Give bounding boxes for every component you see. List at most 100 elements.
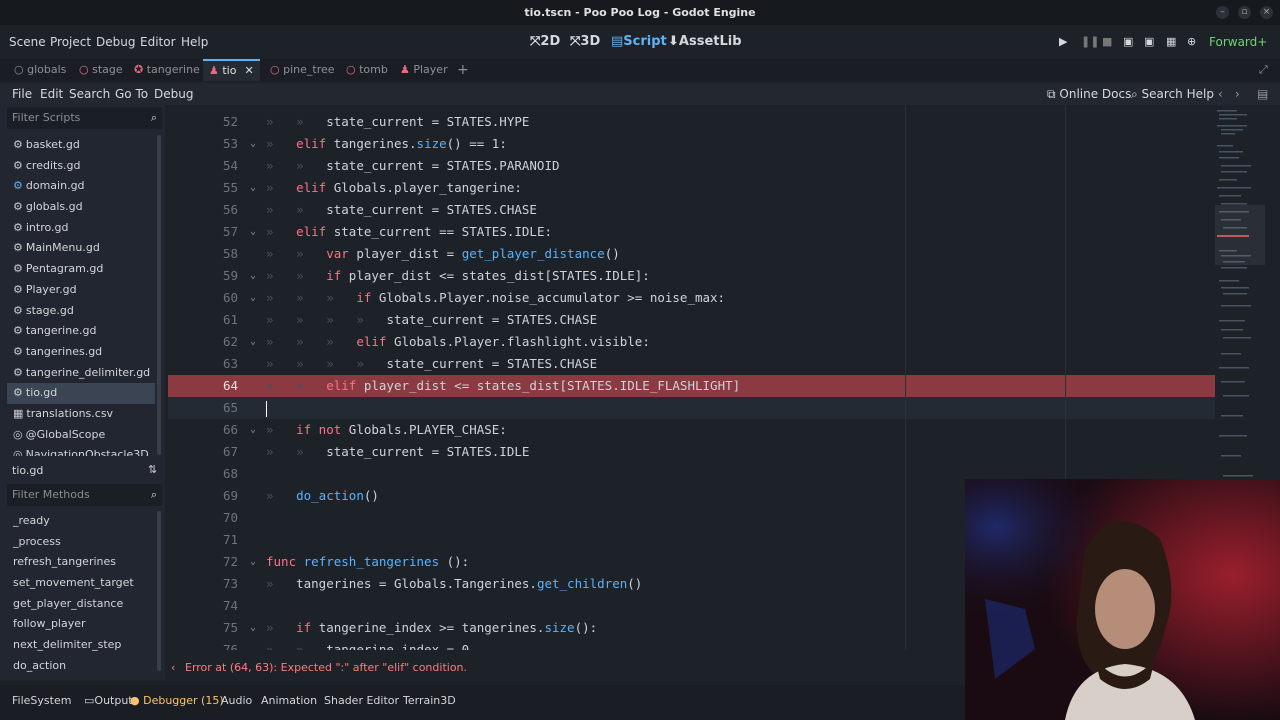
- method-list-item[interactable]: next_delimiter_step: [7, 635, 155, 656]
- line-number[interactable]: 67: [198, 441, 238, 463]
- code-line[interactable]: 63 » » » » state_current = STATES.CHASE: [168, 353, 1215, 375]
- fold-arrow-icon[interactable]: ⌄: [250, 177, 256, 199]
- script-list-item[interactable]: ◎ @GlobalScope: [7, 425, 155, 446]
- script-menu-goto[interactable]: Go To: [115, 87, 148, 101]
- maximize-icon[interactable]: ▫: [1238, 6, 1251, 19]
- line-number[interactable]: 52: [198, 111, 238, 133]
- line-number[interactable]: 73: [198, 573, 238, 595]
- tab-filesystem[interactable]: FileSystem: [12, 694, 71, 707]
- search-help-button[interactable]: ⌕ Search Help: [1131, 87, 1214, 102]
- code-line[interactable]: 62 ⌄ » » » elif Globals.Player.flashlight.…: [168, 331, 1215, 353]
- script-list-item[interactable]: ⚙ MainMenu.gd: [7, 238, 155, 259]
- next-script-icon[interactable]: ›: [1235, 87, 1240, 101]
- code-line[interactable]: 55 ⌄ » elif Globals.player_tangerine:: [168, 177, 1215, 199]
- tab-tangerine[interactable]: ✪ tangerine: [134, 59, 200, 81]
- script-list-item[interactable]: ⚙ Player.gd: [7, 280, 155, 301]
- tab-stage[interactable]: ○ stage: [79, 59, 123, 81]
- script-list-item[interactable]: ⚙ globals.gd: [7, 197, 155, 218]
- script-list-item[interactable]: ⚙ domain.gd: [7, 176, 155, 197]
- error-message[interactable]: Error at (64, 63): Expected ":" after "e…: [185, 661, 467, 674]
- code-line[interactable]: 65: [168, 397, 1215, 419]
- menu-scene[interactable]: Scene: [9, 35, 46, 49]
- script-menu-file[interactable]: File: [12, 87, 32, 101]
- menu-debug[interactable]: Debug: [96, 35, 135, 49]
- sort-icon[interactable]: ⇅: [148, 463, 157, 476]
- workspace-script[interactable]: ▤Script: [611, 34, 667, 49]
- script-list-item[interactable]: ⚙ intro.gd: [7, 218, 155, 239]
- method-list-item[interactable]: do_action: [7, 656, 155, 677]
- method-list-item[interactable]: follow_player: [7, 614, 155, 635]
- fold-arrow-icon[interactable]: ⌄: [250, 287, 256, 309]
- code-line[interactable]: 58 » » var player_dist = get_player_dista…: [168, 243, 1215, 265]
- line-number[interactable]: 54: [198, 155, 238, 177]
- menu-editor[interactable]: Editor: [140, 35, 176, 49]
- fold-arrow-icon[interactable]: ⌄: [250, 617, 256, 639]
- close-icon[interactable]: ×: [1260, 6, 1273, 19]
- code-line[interactable]: 61 » » » » state_current = STATES.CHASE: [168, 309, 1215, 331]
- line-number[interactable]: 68: [198, 463, 238, 485]
- code-line[interactable]: 52 » » state_current = STATES.HYPE: [168, 111, 1215, 133]
- line-number[interactable]: 71: [198, 529, 238, 551]
- script-list-item[interactable]: ⚙ tio.gd: [7, 383, 155, 404]
- toggle-panel-icon[interactable]: ▤: [1257, 87, 1268, 101]
- tab-tomb[interactable]: ○ tomb: [346, 59, 388, 81]
- line-number[interactable]: 62: [198, 331, 238, 353]
- pause-icon[interactable]: ❚❚: [1081, 35, 1099, 48]
- menu-help[interactable]: Help: [181, 35, 208, 49]
- collapse-errors-icon[interactable]: ‹: [171, 661, 175, 674]
- method-list-item[interactable]: _process: [7, 532, 155, 553]
- line-number[interactable]: 70: [198, 507, 238, 529]
- add-scene-tab-icon[interactable]: +: [457, 59, 469, 81]
- script-list-item[interactable]: ⚙ stage.gd: [7, 301, 155, 322]
- method-list-item[interactable]: refresh_tangerines: [7, 552, 155, 573]
- fold-arrow-icon[interactable]: ⌄: [250, 419, 256, 441]
- tab-debugger[interactable]: ● Debugger (15): [130, 694, 224, 707]
- tab-shader-editor[interactable]: Shader Editor: [324, 694, 399, 707]
- code-line[interactable]: 59 ⌄ » » if player_dist <= states_dist[STA…: [168, 265, 1215, 287]
- line-number[interactable]: 64: [198, 375, 238, 397]
- line-number[interactable]: 55: [198, 177, 238, 199]
- fold-arrow-icon[interactable]: ⌄: [250, 221, 256, 243]
- code-line[interactable]: 54 » » state_current = STATES.PARANOID: [168, 155, 1215, 177]
- line-number[interactable]: 61: [198, 309, 238, 331]
- tab-output[interactable]: ▭Output: [84, 694, 133, 707]
- workspace-2d[interactable]: ⤧2D: [530, 34, 560, 49]
- line-number[interactable]: 53: [198, 133, 238, 155]
- remote-debug-icon[interactable]: ▣: [1123, 35, 1133, 48]
- method-list-scrollbar[interactable]: [157, 511, 161, 671]
- code-line[interactable]: 57 ⌄ » elif state_current == STATES.IDLE:: [168, 221, 1215, 243]
- script-list-item[interactable]: ◎ NavigationObstacle3D: [7, 445, 155, 456]
- line-number[interactable]: 60: [198, 287, 238, 309]
- play-icon[interactable]: ▶: [1059, 35, 1067, 48]
- code-line[interactable]: 67 » » state_current = STATES.IDLE: [168, 441, 1215, 463]
- line-number[interactable]: 75: [198, 617, 238, 639]
- tab-animation[interactable]: Animation: [261, 694, 317, 707]
- fold-arrow-icon[interactable]: ⌄: [250, 551, 256, 573]
- script-menu-debug[interactable]: Debug: [154, 87, 193, 101]
- stop-icon[interactable]: ■: [1102, 35, 1112, 48]
- line-number[interactable]: 65: [198, 397, 238, 419]
- line-number[interactable]: 63: [198, 353, 238, 375]
- fold-arrow-icon[interactable]: ⌄: [250, 265, 256, 287]
- script-list-item[interactable]: ▦ translations.csv: [7, 404, 155, 425]
- script-menu-edit[interactable]: Edit: [40, 87, 63, 101]
- tab-pine-tree[interactable]: ○ pine_tree: [270, 59, 335, 81]
- play-custom-icon[interactable]: ▦: [1166, 35, 1176, 48]
- menu-project[interactable]: Project: [50, 35, 91, 49]
- code-line[interactable]: 60 ⌄ » » » if Globals.Player.noise_accumul…: [168, 287, 1215, 309]
- script-list-item[interactable]: ⚙ credits.gd: [7, 156, 155, 177]
- method-list-item[interactable]: set_movement_target: [7, 573, 155, 594]
- method-list-item[interactable]: _ready: [7, 511, 155, 532]
- code-line[interactable]: 53 ⌄ » elif tangerines.size() == 1:: [168, 133, 1215, 155]
- prev-script-icon[interactable]: ‹: [1218, 87, 1223, 101]
- tab-player[interactable]: ♟ Player: [400, 59, 448, 81]
- line-number[interactable]: 56: [198, 199, 238, 221]
- distraction-free-icon[interactable]: ⤢: [1259, 59, 1268, 81]
- close-tab-icon[interactable]: ✕: [244, 64, 253, 77]
- workspace-3d[interactable]: ⤧3D: [570, 34, 600, 49]
- script-list-item[interactable]: ⚙ tangerine.gd: [7, 321, 155, 342]
- code-line[interactable]: 66 ⌄ » if not Globals.PLAYER_CHASE:: [168, 419, 1215, 441]
- line-number[interactable]: 69: [198, 485, 238, 507]
- fold-arrow-icon[interactable]: ⌄: [250, 133, 256, 155]
- script-menu-search[interactable]: Search: [69, 87, 110, 101]
